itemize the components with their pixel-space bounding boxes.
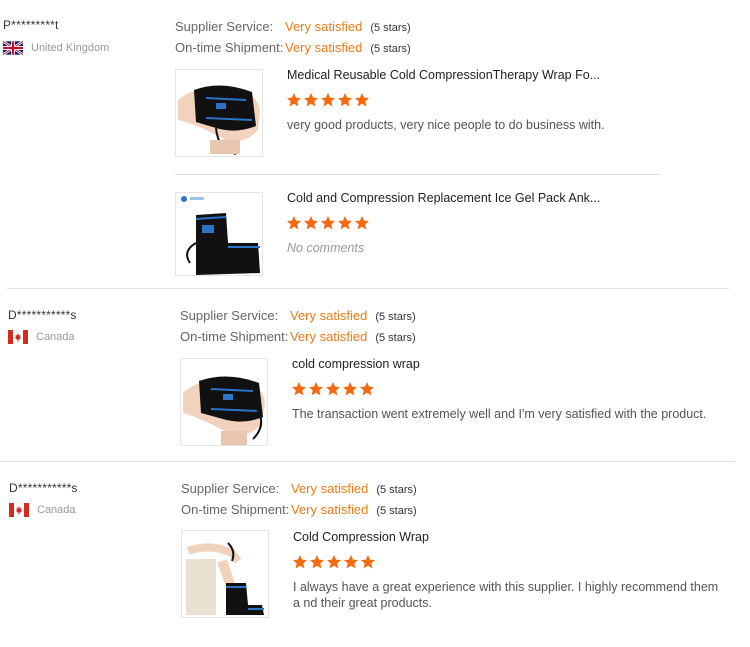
star-icon <box>361 555 375 569</box>
product-title[interactable]: Cold and Compression Replacement Ice Gel… <box>287 191 600 205</box>
star-icon <box>344 555 358 569</box>
reviewer-name: P*********t <box>3 18 59 32</box>
product-image[interactable] <box>180 358 268 446</box>
supplier-service-label: Supplier Service: <box>180 308 279 323</box>
reviewer-country: United Kingdom <box>3 41 109 55</box>
supplier-service-stars: (5 stars) <box>370 22 411 34</box>
product-title[interactable]: cold compression wrap <box>292 357 420 371</box>
product-rating-stars <box>286 92 370 108</box>
star-icon <box>304 93 318 107</box>
star-icon <box>293 555 307 569</box>
product-rating-stars <box>292 554 376 570</box>
star-icon <box>287 93 301 107</box>
product-comment: The transaction went extremely well and … <box>292 407 707 421</box>
supplier-service-value: Very satisfied <box>290 308 368 323</box>
reviewer-name: D***********s <box>9 481 78 495</box>
supplier-service-label: Supplier Service: <box>181 481 280 496</box>
reviewer-country: Canada <box>8 330 75 344</box>
product-image[interactable] <box>175 192 263 276</box>
supplier-service-value: Very satisfied <box>285 19 363 34</box>
supplier-service-rating: Supplier Service: Very satisfied (5 star… <box>181 481 417 496</box>
supplier-service-rating: Supplier Service: Very satisfied (5 star… <box>175 19 411 34</box>
shipment-stars: (5 stars) <box>370 43 411 55</box>
star-icon <box>327 555 341 569</box>
product-title[interactable]: Medical Reusable Cold CompressionTherapy… <box>287 68 600 82</box>
shipment-rating: On-time Shipment: Very satisfied (5 star… <box>181 502 417 517</box>
supplier-service-label: Supplier Service: <box>175 19 274 34</box>
shipment-label: On-time Shipment: <box>175 40 284 55</box>
review-divider <box>7 288 729 289</box>
star-icon <box>355 216 369 230</box>
country-label: Canada <box>36 331 75 343</box>
product-title[interactable]: Cold Compression Wrap <box>293 530 429 544</box>
star-icon <box>310 555 324 569</box>
reviewer-name: D***********s <box>8 308 77 322</box>
supplier-service-rating: Supplier Service: Very satisfied (5 star… <box>180 308 416 323</box>
canada-flag-icon <box>9 503 29 517</box>
star-icon <box>292 382 306 396</box>
shipment-stars: (5 stars) <box>375 332 416 344</box>
star-icon <box>343 382 357 396</box>
star-icon <box>338 93 352 107</box>
star-icon <box>360 382 374 396</box>
supplier-service-value: Very satisfied <box>291 481 369 496</box>
star-icon <box>287 216 301 230</box>
shipment-rating: On-time Shipment: Very satisfied (5 star… <box>175 40 411 55</box>
supplier-service-stars: (5 stars) <box>376 484 417 496</box>
star-icon <box>338 216 352 230</box>
reviewer-country: Canada <box>9 503 76 517</box>
star-icon <box>321 93 335 107</box>
product-rating-stars <box>286 215 370 231</box>
star-icon <box>321 216 335 230</box>
star-icon <box>304 216 318 230</box>
product-comment: No comments <box>287 241 365 255</box>
star-icon <box>326 382 340 396</box>
star-icon <box>309 382 323 396</box>
shipment-rating: On-time Shipment: Very satisfied (5 star… <box>180 329 416 344</box>
shipment-label: On-time Shipment: <box>181 502 290 517</box>
product-image[interactable] <box>175 69 263 157</box>
country-label: Canada <box>37 504 76 516</box>
shipment-value: Very satisfied <box>290 329 368 344</box>
product-comment: very good products, very nice people to … <box>287 118 605 132</box>
product-comment: I always have a great experience with th… <box>293 580 719 610</box>
uk-flag-icon <box>3 41 23 55</box>
shipment-value: Very satisfied <box>285 40 363 55</box>
shipment-label: On-time Shipment: <box>180 329 289 344</box>
shipment-stars: (5 stars) <box>376 505 417 517</box>
product-divider <box>175 174 660 175</box>
canada-flag-icon <box>8 330 28 344</box>
product-image[interactable] <box>181 530 269 618</box>
star-icon <box>355 93 369 107</box>
product-rating-stars <box>291 381 375 397</box>
shipment-value: Very satisfied <box>291 502 369 517</box>
supplier-service-stars: (5 stars) <box>375 311 416 323</box>
country-label: United Kingdom <box>31 42 110 54</box>
review-divider <box>0 461 735 462</box>
